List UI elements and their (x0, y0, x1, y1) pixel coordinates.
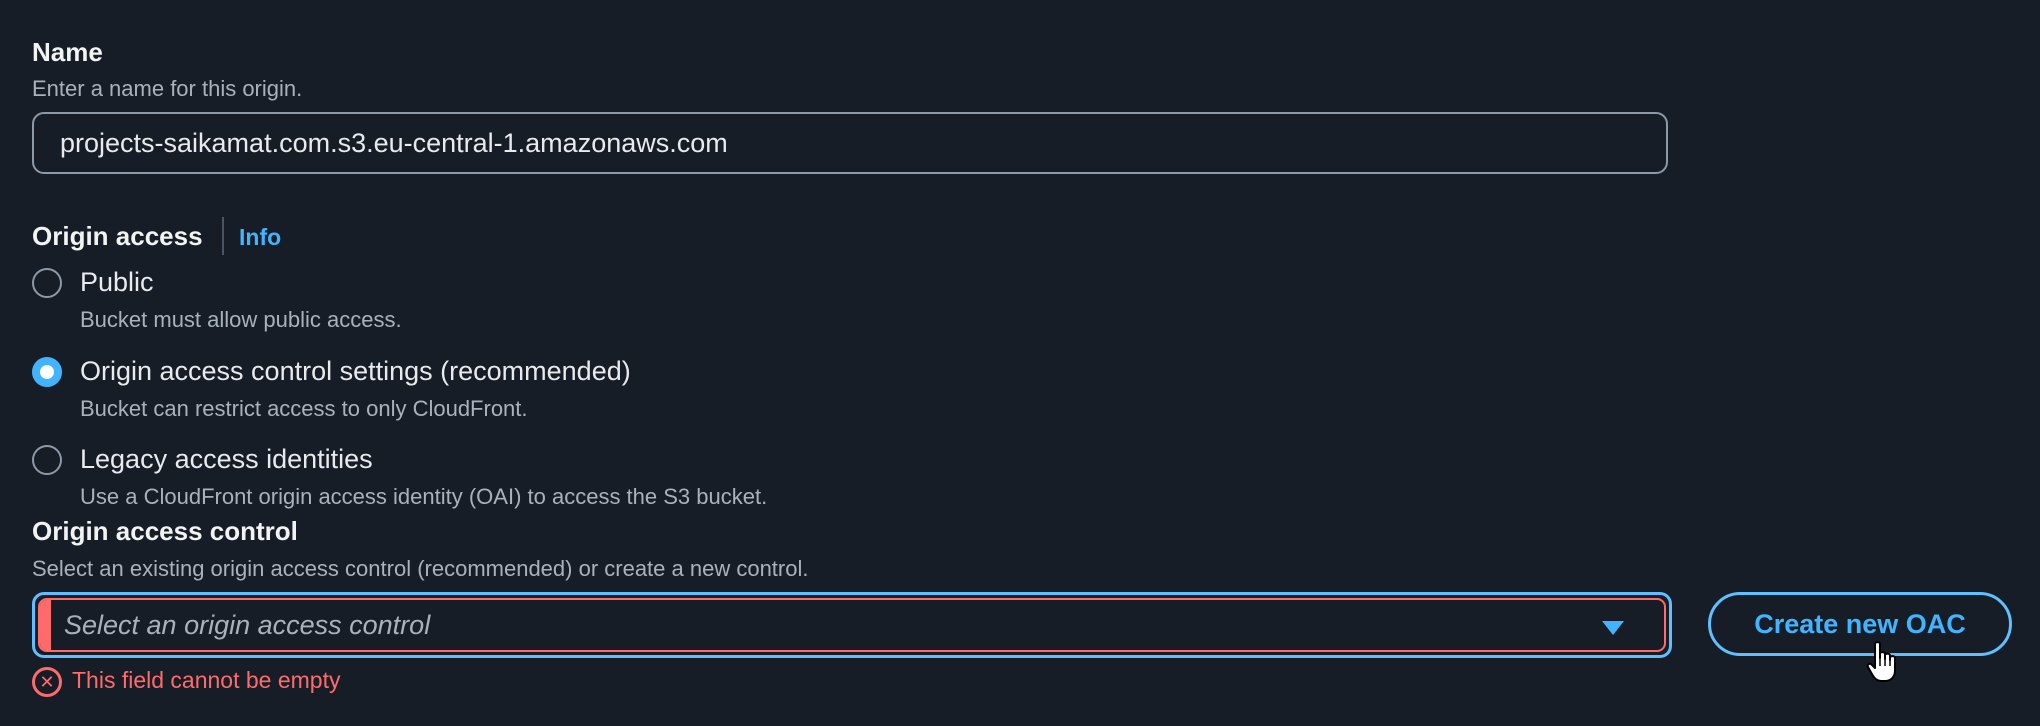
radio-legacy-identities-label[interactable]: Legacy access identities (80, 444, 373, 475)
oac-select-error-border: Select an origin access control (38, 598, 1666, 652)
radio-origin-access-control-description: Bucket can restrict access to only Cloud… (80, 396, 528, 421)
error-indicator-bar (40, 600, 51, 650)
radio-origin-access-control[interactable] (32, 357, 62, 387)
oac-select[interactable]: Select an origin access control (32, 592, 1672, 658)
radio-legacy-identities[interactable] (32, 445, 62, 475)
create-new-oac-button[interactable]: Create new OAC (1708, 592, 2012, 656)
radio-legacy-identities-description: Use a CloudFront origin access identity … (80, 484, 768, 509)
info-link[interactable]: Info (239, 224, 281, 251)
radio-public[interactable] (32, 268, 62, 298)
radio-origin-access-control-label[interactable]: Origin access control settings (recommen… (80, 356, 631, 387)
caret-down-icon (1602, 621, 1624, 635)
name-label: Name (32, 37, 103, 67)
hand-pointer-cursor-icon (1866, 641, 1896, 682)
name-description: Enter a name for this origin. (32, 76, 303, 101)
header-divider (222, 217, 224, 255)
radio-public-label[interactable]: Public (80, 267, 154, 298)
origin-name-input[interactable]: projects-saikamat.com.s3.eu-central-1.am… (32, 112, 1668, 174)
error-icon: ✕ (32, 667, 62, 697)
oac-description: Select an existing origin access control… (32, 556, 809, 581)
oac-label: Origin access control (32, 516, 298, 546)
radio-public-description: Bucket must allow public access. (80, 307, 402, 332)
error-message: This field cannot be empty (72, 667, 341, 693)
origin-access-label: Origin access (32, 221, 203, 251)
oac-select-placeholder: Select an origin access control (64, 609, 431, 640)
origin-name-value: projects-saikamat.com.s3.eu-central-1.am… (60, 127, 728, 158)
